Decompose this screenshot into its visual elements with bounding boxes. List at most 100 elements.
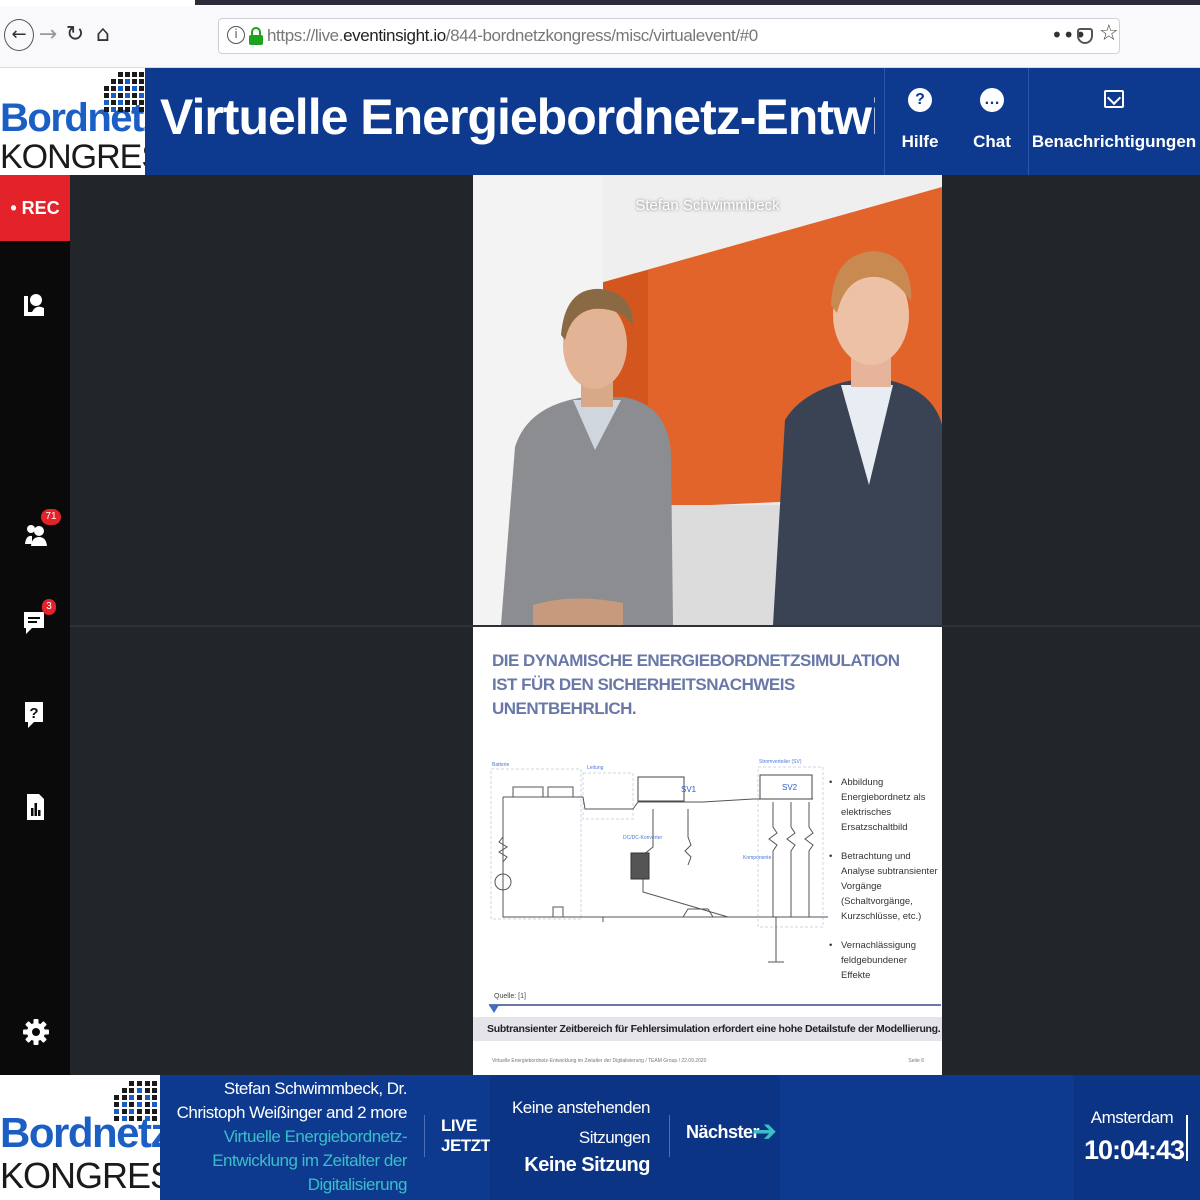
logo-dot [125,93,130,98]
forward-button[interactable]: → [35,20,61,50]
slide-title: Die dynamische Energiebordnetzsimulation… [492,651,900,718]
logo-dot [139,100,144,105]
chat-button[interactable]: … Chat [956,68,1028,175]
logo-dot [125,86,130,91]
notifications-label: Benachrichtigungen [1031,132,1197,151]
slide-source: Quelle: [1] [494,993,526,1000]
current-session-info[interactable]: Stefan Schwimmbeck, Dr. Christoph Weißin… [162,1075,407,1200]
chat-icon[interactable] [22,610,48,638]
logo-dot [129,1109,135,1114]
clock-divider [1186,1115,1188,1161]
arrow-right-icon[interactable]: ➔ [752,1114,777,1149]
sv1-label: SV1 [681,785,697,794]
logo-dot [114,1102,119,1107]
circuit-diagram: SV1 SV2 Batterie Leitung Stromverteiler … [490,759,828,963]
slide-bullet: Vernachlässigung feldgebundener Effekte [829,938,939,983]
next-session-button[interactable]: Nächster [686,1122,760,1143]
presentation-slide[interactable]: Die dynamische Energiebordnetzsimulation… [473,627,942,1075]
logo-dot [125,107,130,112]
speaker-video[interactable]: Stefan Schwimmbeck [473,175,942,625]
logo-dot [144,1116,150,1121]
url-text[interactable]: https://live.eventinsight.io/844-bordnet… [267,26,758,46]
logo-dot [129,1102,135,1107]
slide-footer: Virtuelle Energiebordnetz-Entwicklung im… [492,1058,707,1064]
logo-dot [114,1088,119,1093]
back-button[interactable]: ← [4,19,34,51]
question-icon[interactable]: ? [22,700,48,728]
logo-dot [136,1102,142,1107]
home-button[interactable]: ⌂ [90,20,116,50]
svg-text:?: ? [29,705,38,722]
no-upcoming-text: Keine anstehenden Sitzungen [511,1098,651,1147]
settings-gear-icon[interactable] [22,1018,49,1046]
pocket-icon[interactable] [1077,28,1093,44]
logo-dot [144,1102,150,1107]
logo-dot [111,107,116,112]
logo-dot [152,1081,158,1086]
logo-word-kongress: KONGRESS [0,1155,160,1196]
logo-dot [132,100,137,105]
attendees-icon[interactable] [22,520,48,548]
logo-dot [111,79,116,84]
clock-city: Amsterdam [1090,1108,1174,1127]
live-now-label: LIVE JETZT [441,1116,491,1155]
logo-dot [104,72,109,77]
logo-dot [139,93,144,98]
component-label: Komponente [743,855,772,861]
page-title: Virtuelle Energiebordnetz-Entwicklu... [160,89,875,145]
logo-dot [114,1109,119,1114]
logo-dot [139,86,144,91]
logo-dot [144,1095,150,1100]
logo-dot [139,72,144,77]
info-icon[interactable]: i [227,26,245,44]
bottom-divider [424,1115,425,1157]
logo-dot [114,1095,119,1100]
slide-bullet: Betrachtung und Analyse subtransienter V… [829,849,939,924]
help-button[interactable]: ? Hilfe [884,68,956,175]
logo-dot [152,1088,158,1093]
presenter-icon[interactable] [22,292,48,320]
poll-chart-icon[interactable] [22,793,48,821]
logo-dot [121,1095,127,1100]
speaker-name-label: Stefan Schwimmbeck [635,197,780,214]
help-label: Hilfe [901,132,939,151]
logo-dot [129,1081,135,1086]
logo-dot [104,93,109,98]
logo-dot [136,1109,142,1114]
chat-bubble-icon: … [980,88,1004,112]
logo-dot [152,1102,158,1107]
attendees-count-badge: 71 [41,509,61,525]
bookmark-star-icon[interactable]: ☆ [1099,21,1119,46]
question-circle-icon: ? [908,88,932,112]
logo-dot [118,107,123,112]
notifications-button[interactable]: Benachrichtigungen [1028,68,1200,175]
logo-dot [121,1102,127,1107]
distributor-label: Stromverteiler (SV) [759,759,802,765]
browser-toolbar: ← → ↻ ⌂ i https://live.eventinsight.io/8… [0,6,1200,68]
logo-dot [121,1109,127,1114]
logo-dot-pattern [104,72,144,112]
logo-dot [139,79,144,84]
no-session-text: Keine Sitzung [524,1154,650,1176]
logo-dot [125,100,130,105]
logo-dot [136,1116,142,1121]
logo-dot [139,107,144,112]
reload-button[interactable]: ↻ [62,20,88,50]
window-tab-strip [195,0,1200,5]
logo-dot [104,107,109,112]
logo-dot [125,79,130,84]
bordnetz-logo-footer: Bordnetz KONGRESS [0,1075,160,1200]
slide-rule [489,1004,941,1006]
logo-dot [152,1116,158,1121]
lock-icon[interactable] [249,27,263,45]
logo-dot [104,79,109,84]
logo-dot [118,93,123,98]
bordnetz-logo[interactable]: Bordnetz KONGRESS [0,68,145,175]
logo-dot [111,72,116,77]
logo-dot [114,1081,119,1086]
battery-label: Batterie [492,762,509,768]
logo-dot [132,79,137,84]
logo-dot [104,100,109,105]
address-bar[interactable]: i https://live.eventinsight.io/844-bordn… [218,18,1120,54]
logo-dot [132,86,137,91]
